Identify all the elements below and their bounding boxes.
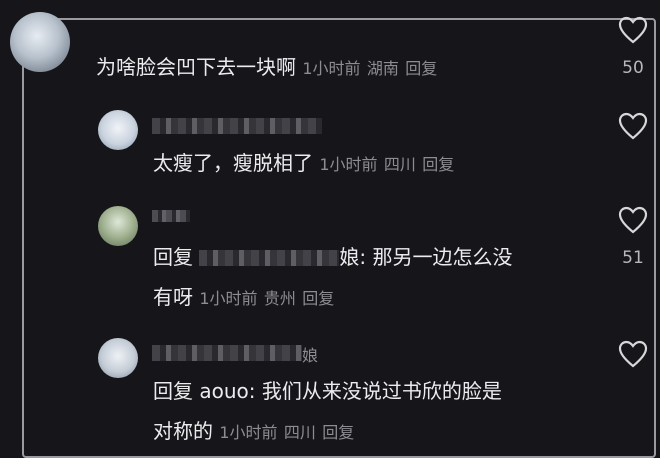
- comment-1-reply-button[interactable]: 回复: [405, 59, 437, 78]
- comment-4-line-2: 对称的 1小时前 四川 回复: [153, 416, 354, 448]
- comment-2-time: 1小时前: [319, 155, 378, 174]
- heart-outline-icon[interactable]: [618, 340, 648, 368]
- heart-outline-icon[interactable]: [618, 112, 648, 140]
- comment-2-location: 四川: [383, 155, 416, 174]
- heart-outline-icon[interactable]: [618, 206, 648, 234]
- comment-3-text-cont: 有呀: [153, 285, 193, 309]
- comment-1: 为啥脸会凹下去一块啊 1小时前 湖南 回复: [96, 52, 437, 84]
- like-count: 50: [622, 58, 644, 78]
- comment-1-location: 湖南: [366, 59, 399, 78]
- reply-target-suffix: 娘:: [339, 245, 367, 269]
- comment-3-time: 1小时前: [199, 289, 258, 308]
- reply-prefix: 回复: [153, 379, 193, 403]
- heart-outline-icon[interactable]: [618, 16, 648, 44]
- comment-4-reply-button[interactable]: 回复: [322, 423, 354, 442]
- comment-2: 太瘦了，瘦脱相了 1小时前 四川 回复: [153, 148, 454, 180]
- comment-3-line-1: 回复 娘: 那另一边怎么没: [153, 242, 512, 272]
- comment-4-location: 四川: [283, 423, 316, 442]
- avatar[interactable]: [98, 206, 138, 246]
- comment-3-text: 那另一边怎么没: [372, 245, 513, 269]
- reply-target[interactable]: aouo:: [199, 379, 255, 403]
- comment-3-location: 贵州: [263, 289, 296, 308]
- reply-prefix: 回复: [153, 245, 193, 269]
- username-blurred[interactable]: [152, 210, 190, 222]
- comment-4-text: 我们从来没说过书欣的脸是: [261, 379, 502, 403]
- comment-3-reply-button[interactable]: 回复: [302, 289, 334, 308]
- username-suffix: 娘: [302, 346, 319, 365]
- comment-1-time: 1小时前: [302, 59, 361, 78]
- like-count: 51: [622, 248, 644, 268]
- comment-4-text-cont: 对称的: [153, 419, 213, 443]
- reply-target-blurred[interactable]: [199, 250, 340, 266]
- comment-3-line-2: 有呀 1小时前 贵州 回复: [153, 282, 334, 314]
- avatar[interactable]: [98, 338, 138, 378]
- avatar[interactable]: [10, 12, 70, 72]
- username-blurred: [152, 345, 302, 361]
- comment-2-text: 太瘦了，瘦脱相了: [153, 151, 313, 175]
- comment-4-line-1: 回复 aouo: 我们从来没说过书欣的脸是: [153, 376, 502, 406]
- comment-1-text: 为啥脸会凹下去一块啊: [96, 55, 296, 79]
- comment-2-reply-button[interactable]: 回复: [422, 155, 454, 174]
- avatar[interactable]: [98, 110, 138, 150]
- username-blurred[interactable]: [152, 118, 322, 134]
- comment-4-time: 1小时前: [219, 423, 278, 442]
- comment-4-username[interactable]: 娘: [152, 342, 318, 366]
